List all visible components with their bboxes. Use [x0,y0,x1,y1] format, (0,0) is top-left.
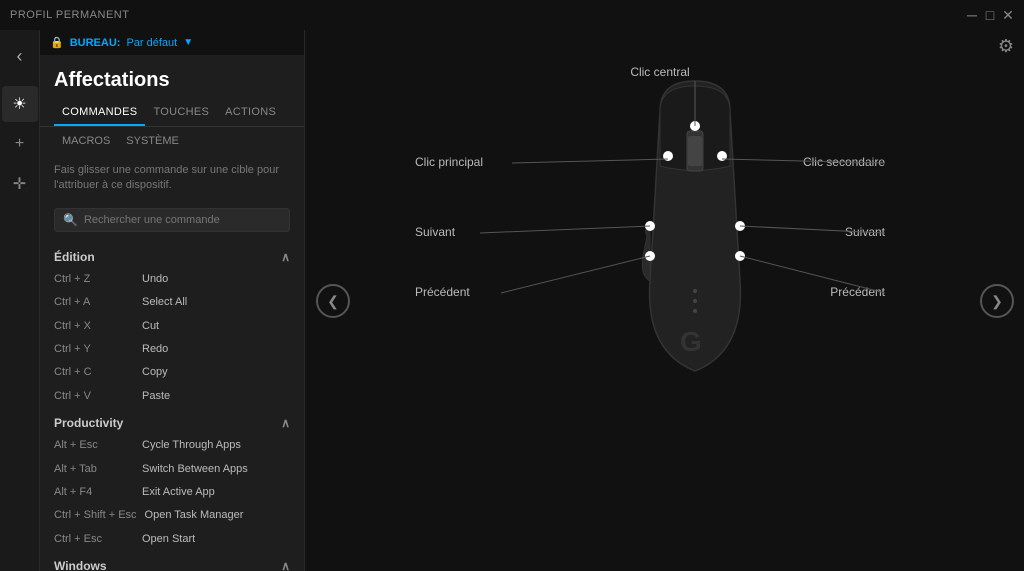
close-button[interactable]: ✕ [1002,9,1014,21]
suivant-left-label: Suivant [415,225,456,239]
command-key: Ctrl + Esc [54,532,134,547]
chevron-down-icon: ▼ [183,37,193,48]
list-item[interactable]: Ctrl + Esc Open Start [40,528,304,551]
clic-central-label: Clic central [630,65,689,79]
back-button[interactable]: ‹ [2,38,38,74]
left-panel: 🔒 BUREAU: Par défaut ▼ Affectations COMM… [40,30,305,571]
command-label: Cycle Through Apps [142,438,241,453]
command-label: Undo [142,272,168,287]
chevron-up-icon: ∧ [281,250,290,264]
list-item[interactable]: Alt + Tab Switch Between Apps [40,458,304,481]
main-content: ⚙ [305,30,1024,571]
command-label: Switch Between Apps [142,462,248,477]
sidebar-icon-sun[interactable]: ☀ [2,86,38,122]
search-input[interactable] [84,214,281,226]
chevron-up-icon-2: ∧ [281,416,290,430]
title-bar-left: PROFIL PERMANENT [10,9,129,21]
mouse-diagram: G [305,30,1024,571]
list-item[interactable]: Ctrl + Shift + Esc Open Task Manager [40,504,304,527]
tab-touches[interactable]: TOUCHES [145,100,217,126]
sidebar-icon-crosshair[interactable]: ✛ [2,166,38,202]
command-label: Copy [142,365,168,380]
command-key: Alt + Esc [54,438,134,453]
svg-text:G: G [680,326,702,357]
section-productivity[interactable]: Productivity ∧ [40,408,304,434]
tab-actions[interactable]: ACTIONS [217,100,284,126]
list-item[interactable]: Alt + Esc Cycle Through Apps [40,434,304,457]
maximize-button[interactable]: □ [984,9,996,21]
list-item[interactable]: Ctrl + X Cut [40,315,304,338]
clic-principal-label: Clic principal [415,155,483,169]
command-label: Cut [142,319,159,334]
bureau-label: BUREAU: [70,37,121,49]
lock-icon: 🔒 [50,36,64,49]
command-key: Ctrl + X [54,319,134,334]
list-item[interactable]: Ctrl + A Select All [40,291,304,314]
instruction-text: Fais glisser une commande sur une cible … [40,155,304,202]
app-container: ‹ ☀ + ✛ 🔒 BUREAU: Par défaut ▼ Affectati… [0,30,1024,571]
precedent-left-label: Précédent [415,285,470,299]
section-windows-label: Windows [54,559,107,571]
left-arrow-icon[interactable]: ❮ [327,293,339,310]
title-bar: PROFIL PERMANENT ─ □ ✕ [0,0,1024,30]
panel-title: Affectations [40,55,304,100]
command-label: Exit Active App [142,485,215,500]
list-item[interactable]: Ctrl + C Copy [40,361,304,384]
command-key: Ctrl + A [54,295,134,310]
sidebar-icon-plus[interactable]: + [2,126,38,162]
tab-macros[interactable]: MACROS [54,131,118,151]
command-key: Ctrl + V [54,389,134,404]
plus-icon: + [15,135,24,153]
command-label: Redo [142,342,168,357]
main-tabs: COMMANDES TOUCHES ACTIONS [40,100,304,127]
list-item[interactable]: Ctrl + Z Undo [40,268,304,291]
command-label: Paste [142,389,170,404]
search-box: 🔍 [54,208,290,232]
command-key: Ctrl + Z [54,272,134,287]
list-item[interactable]: Ctrl + V Paste [40,385,304,408]
command-key: Ctrl + Y [54,342,134,357]
section-edition[interactable]: Édition ∧ [40,242,304,268]
search-icon: 🔍 [63,213,78,227]
section-edition-label: Édition [54,250,95,264]
list-item[interactable]: Alt + F4 Exit Active App [40,481,304,504]
title-bar-controls: ─ □ ✕ [966,9,1014,21]
default-label[interactable]: Par défaut [126,37,177,49]
tab-commandes[interactable]: COMMANDES [54,100,145,126]
command-label: Open Start [142,532,195,547]
section-productivity-label: Productivity [54,416,123,430]
command-key: Alt + F4 [54,485,134,500]
mouse-svg: G [305,51,1024,551]
command-label: Select All [142,295,187,310]
section-windows[interactable]: Windows ∧ [40,551,304,571]
command-key: Alt + Tab [54,462,134,477]
right-arrow-icon[interactable]: ❯ [991,293,1003,310]
command-key: Ctrl + C [54,365,134,380]
precedent-right-label: Précédent [830,285,885,299]
commands-list: Édition ∧ Ctrl + Z Undo Ctrl + A Select … [40,238,304,571]
sub-tabs: MACROS SYSTÈME [40,127,304,155]
sun-icon: ☀ [12,94,26,114]
minimize-button[interactable]: ─ [966,9,978,21]
app-title: PROFIL PERMANENT [10,9,129,21]
crosshair-icon: ✛ [13,174,26,194]
command-label: Open Task Manager [145,508,244,523]
icon-sidebar: ‹ ☀ + ✛ [0,30,40,571]
chevron-up-icon-3: ∧ [281,559,290,571]
tab-systeme[interactable]: SYSTÈME [118,131,187,151]
profile-bar: 🔒 BUREAU: Par défaut ▼ [40,30,304,55]
command-key: Ctrl + Shift + Esc [54,508,137,523]
list-item[interactable]: Ctrl + Y Redo [40,338,304,361]
